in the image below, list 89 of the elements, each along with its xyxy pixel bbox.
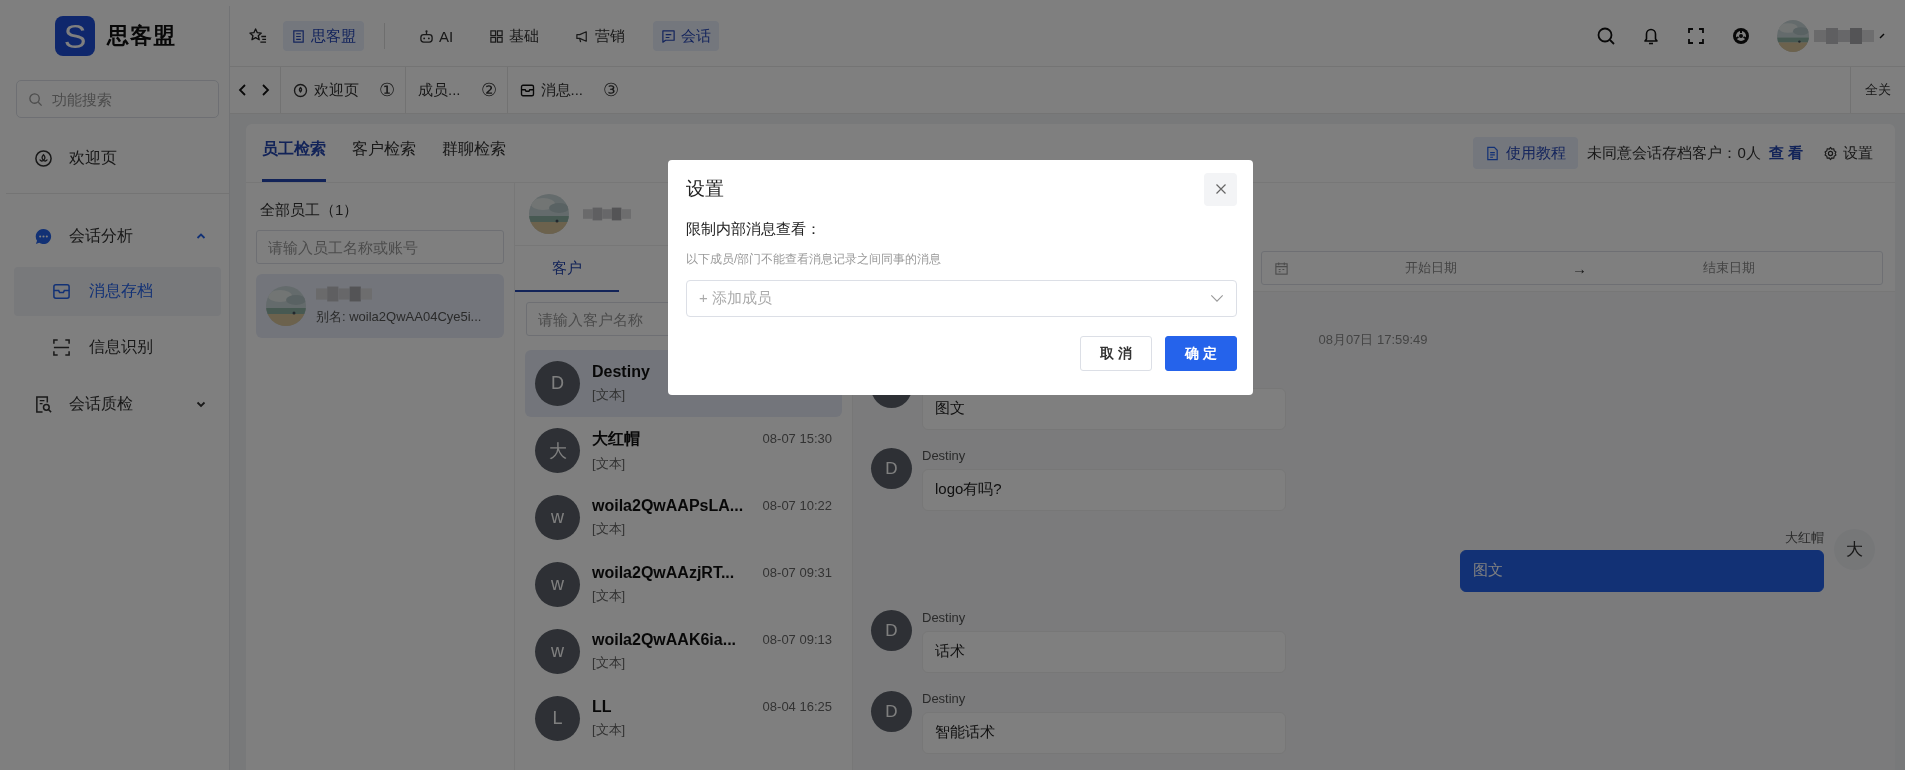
calendar-icon [1274,260,1289,276]
field-label: 限制内部消息查看： [686,220,822,239]
avatar: w [535,495,580,540]
view-link[interactable]: 查 看 [1768,143,1803,163]
avatar: 大 [535,428,580,473]
message-bubble: 话术 [922,631,1286,673]
customer-item[interactable]: w woila2QwAAK6ia... [文本] 08-07 09:13 [525,618,842,685]
star-list-icon[interactable] [248,26,267,46]
search-tab[interactable]: 群聊检索 [442,124,506,182]
message-time: 08-07 09:13 [762,632,832,647]
customer-item[interactable]: w woila2QwAAPsLA... [文本] 08-07 10:22 [525,484,842,551]
employee-item[interactable]: 别名: woila2QwAA04Cye5i... [256,274,504,338]
sidebar-item[interactable]: 会话分析 [6,208,229,264]
employee-count: 全部员工（1） [260,201,360,220]
inbox-icon [519,82,535,98]
brand-name: 思客盟 [107,22,176,50]
message-bubble: 智能话术 [922,712,1286,754]
sender-name: Destiny [922,610,967,626]
message-bubble: logo有吗? [922,469,1286,511]
nav-tab[interactable]: AI [411,21,462,51]
sender-name: Destiny [922,691,967,707]
message-time: 08-04 16:25 [762,699,832,714]
nav-tab[interactable]: 基础 [481,21,548,51]
nav-tab[interactable]: 思客盟 [283,21,364,51]
document-icon [1485,145,1501,161]
flower-icon [293,82,308,98]
chevron-right-icon[interactable] [260,83,270,97]
customer-item[interactable]: 大 大红帽 [文本] 08-07 15:30 [525,417,842,484]
dialog-title: 设置 [686,177,724,201]
chat-bubble-icon [34,226,53,246]
message-time: 08-07 15:30 [762,431,832,446]
customer-item[interactable]: L LL [文本] 08-04 16:25 [525,685,842,752]
customer-tab[interactable]: 客户 [515,246,619,292]
page-tab[interactable]: 欢迎页 ① [280,67,405,113]
customer-item[interactable]: w woila2QwAAzjRT... [文本] 08-07 09:31 [525,551,842,618]
search-tab[interactable]: 员工检索 [262,124,326,182]
document-search-icon [34,394,53,414]
avatar: D [871,691,912,732]
page-tab[interactable]: 成员... ② [405,67,507,113]
nav-tab[interactable]: 营销 [567,21,634,51]
close-all-button[interactable]: 全关 [1850,67,1905,113]
settings-icon [1823,145,1838,161]
flower-icon [34,148,53,168]
hint-text: 以下成员/部门不能查看消息记录之间同事的消息 [686,251,943,268]
chevron-left-icon[interactable] [238,83,248,97]
avatar: D [535,361,580,406]
search-icon [28,92,43,107]
fullscreen-icon[interactable] [1686,26,1706,46]
chat-icon [661,28,677,44]
member-select[interactable]: + 添加成员 [686,280,1237,317]
sender-name: 大红帽 [1785,529,1824,545]
tutorial-button[interactable]: 使用教程 [1473,137,1579,169]
confirm-button[interactable]: 确 定 [1165,336,1237,371]
tab-number: ② [480,79,497,101]
sender-name: Destiny [922,448,967,464]
sidebar-item[interactable]: 欢迎页 [6,130,229,186]
robot-icon [419,28,434,44]
page-tab[interactable]: 消息... ③ [506,67,630,113]
message-time: 08-07 09:31 [762,565,832,580]
search-icon[interactable] [1596,26,1616,46]
nav-tab[interactable]: 会话 [653,21,720,51]
avatar: D [871,610,912,651]
sidebar-item[interactable]: 会话质检 [6,376,229,432]
message-bubble: 图文 [1460,550,1824,592]
message-time: 08-07 10:22 [762,498,832,513]
tab-number: ③ [603,79,620,101]
bell-icon[interactable] [1641,26,1661,46]
building-icon [291,28,306,44]
tab-number: ① [379,79,395,101]
search-tab[interactable]: 客户检索 [352,124,416,182]
close-icon [1214,183,1227,195]
employee-alias: 别名: woila2QwAA04Cye5i... [316,308,482,326]
avatar: w [535,562,580,607]
wheel-icon[interactable] [1731,26,1751,46]
avatar: D [871,448,912,489]
sidebar-item[interactable]: 信息识别 [14,323,221,372]
date-range-field[interactable]: 开始日期 → 结束日期 [1261,251,1883,285]
sidebar-item[interactable]: 消息存档 [14,267,221,316]
settings-link[interactable]: 设置 [1823,143,1873,163]
chevron-down-icon [1210,294,1224,303]
avatar: 大 [1834,529,1875,570]
avatar: L [535,696,580,741]
logo: S [55,16,95,56]
consent-text: 未同意会话存档客户：0人 [1587,143,1761,163]
grid-icon [489,28,505,44]
avatar: w [535,629,580,674]
inbox-icon [52,282,71,301]
cancel-button[interactable]: 取 消 [1080,336,1152,371]
scan-icon [52,338,71,357]
